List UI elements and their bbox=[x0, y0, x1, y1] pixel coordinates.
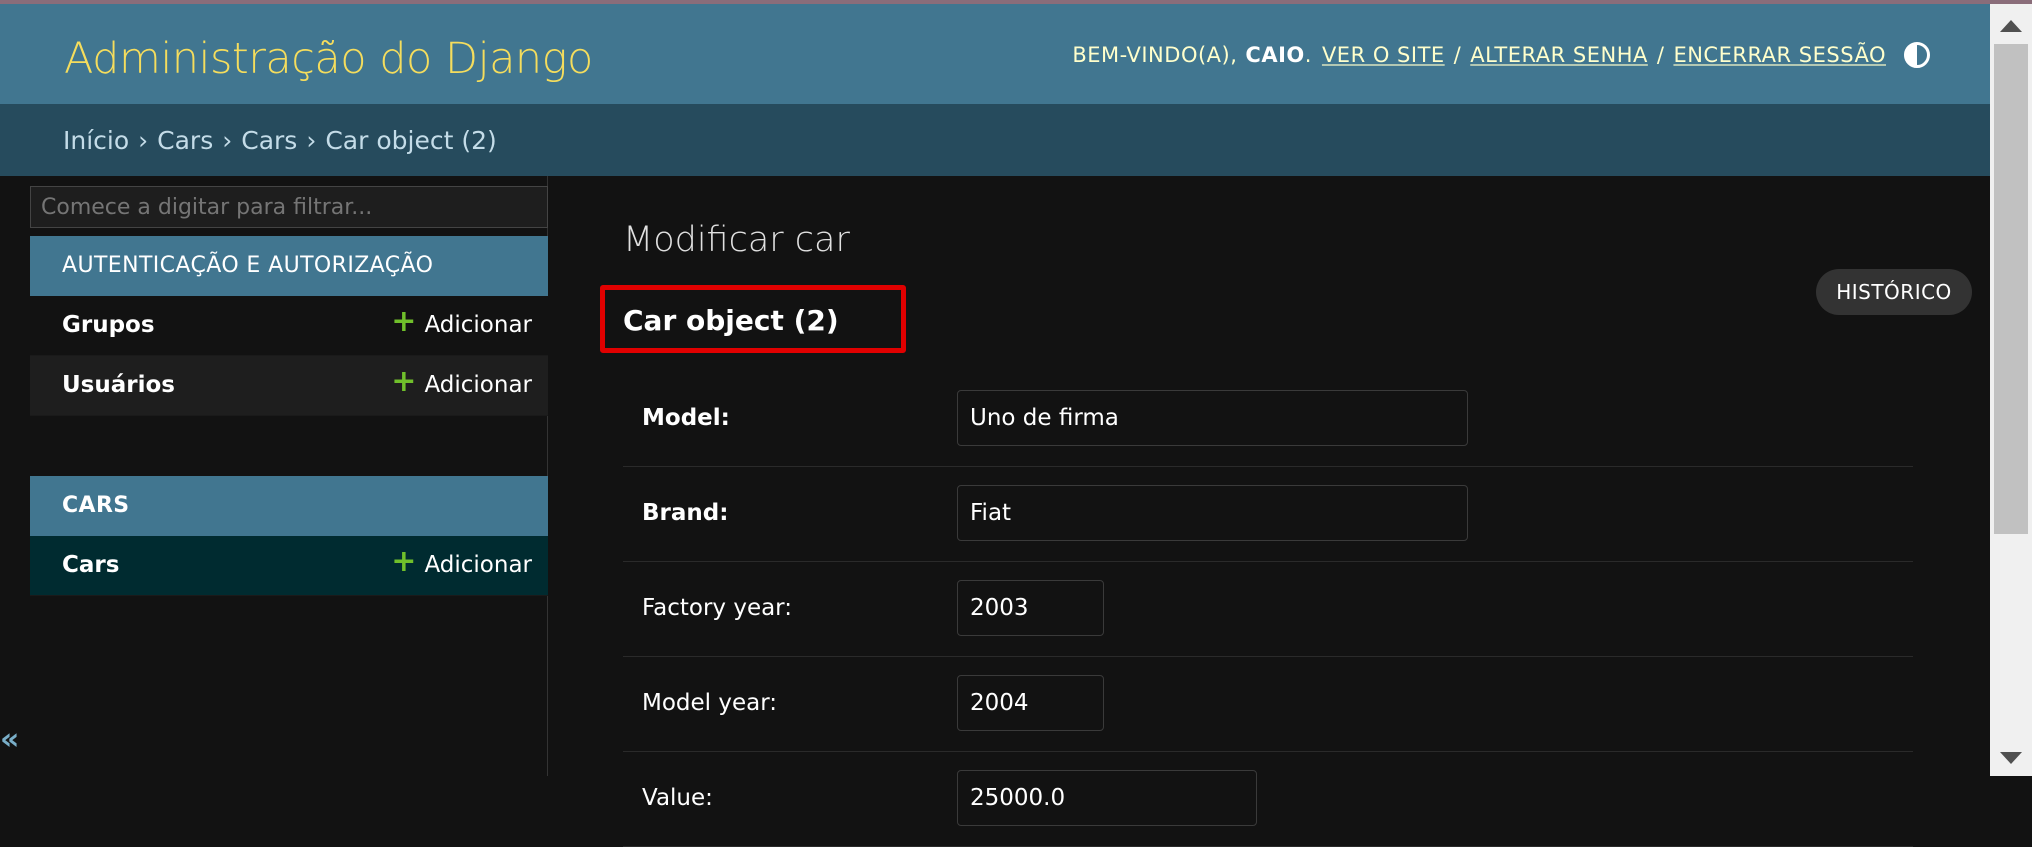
sidebar-item-label[interactable]: Cars bbox=[62, 552, 119, 578]
vertical-scrollbar[interactable] bbox=[1990, 4, 2032, 776]
sidebar-item-users[interactable]: Usuários + Adicionar bbox=[30, 356, 548, 416]
add-group-button[interactable]: + Adicionar bbox=[391, 307, 532, 339]
brand-field[interactable]: Fiat bbox=[957, 485, 1468, 541]
scroll-up-icon[interactable] bbox=[2000, 20, 2022, 32]
user-tools: BEM-VINDO(A), CAIO. VER O SITE / ALTERAR… bbox=[1072, 42, 1930, 68]
highlight-annotation bbox=[600, 285, 906, 353]
module-caption-auth[interactable]: AUTENTICAÇÃO E AUTORIZAÇÃO bbox=[30, 236, 548, 296]
form-row-value: Value: 25000.0 bbox=[623, 752, 1913, 847]
scroll-down-icon[interactable] bbox=[2000, 752, 2022, 764]
sidebar-edge: « bbox=[0, 176, 30, 776]
history-button[interactable]: HISTÓRICO bbox=[1816, 269, 1972, 315]
factory-year-field[interactable]: 2003 bbox=[957, 580, 1104, 636]
sidebar-item-label[interactable]: Grupos bbox=[62, 312, 155, 338]
sidebar-item-label[interactable]: Usuários bbox=[62, 372, 175, 398]
breadcrumb-home[interactable]: Início bbox=[63, 126, 129, 155]
add-label: Adicionar bbox=[424, 312, 532, 338]
add-user-button[interactable]: + Adicionar bbox=[391, 367, 532, 399]
separator: / bbox=[1453, 43, 1462, 67]
breadcrumb-model[interactable]: Cars bbox=[241, 126, 297, 155]
model-year-label: Model year: bbox=[642, 690, 778, 716]
logout-link[interactable]: ENCERRAR SESSÃO bbox=[1673, 43, 1886, 67]
breadcrumb: Início › Cars › Cars › Car object (2) bbox=[0, 104, 1990, 176]
add-label: Adicionar bbox=[424, 372, 532, 398]
module-caption-cars[interactable]: CARS bbox=[30, 476, 548, 536]
username: CAIO bbox=[1245, 43, 1305, 67]
sidebar-item-groups[interactable]: Grupos + Adicionar bbox=[30, 296, 548, 356]
theme-toggle-icon[interactable] bbox=[1904, 42, 1930, 68]
period: . bbox=[1304, 43, 1312, 67]
plus-icon: + bbox=[391, 544, 417, 579]
form-row-brand: Brand: Fiat bbox=[623, 467, 1913, 562]
factory-year-label: Factory year: bbox=[642, 595, 792, 621]
welcome-text: BEM-VINDO(A), bbox=[1072, 43, 1238, 67]
model-label: Model: bbox=[642, 405, 730, 431]
form-row-factory-year: Factory year: 2003 bbox=[623, 562, 1913, 657]
nav-filter-input[interactable] bbox=[30, 186, 548, 228]
value-field[interactable]: 25000.0 bbox=[957, 770, 1257, 826]
breadcrumb-separator: › bbox=[138, 126, 149, 155]
collapse-sidebar-button[interactable]: « bbox=[0, 722, 19, 757]
model-year-field[interactable]: 2004 bbox=[957, 675, 1104, 731]
breadcrumb-separator: › bbox=[306, 126, 317, 155]
breadcrumb-current: Car object (2) bbox=[325, 126, 497, 155]
value-label: Value: bbox=[642, 785, 713, 811]
brand-label: Brand: bbox=[642, 500, 729, 526]
site-header: Administração do Django BEM-VINDO(A), CA… bbox=[0, 4, 1990, 104]
page-title: Modificar car bbox=[623, 220, 850, 260]
scrollbar-thumb[interactable] bbox=[1994, 44, 2028, 534]
change-password-link[interactable]: ALTERAR SENHA bbox=[1470, 43, 1648, 67]
separator: / bbox=[1656, 43, 1665, 67]
sidebar-item-cars[interactable]: Cars + Adicionar bbox=[30, 536, 548, 596]
content-main: Modificar car HISTÓRICO Car object (2) M… bbox=[548, 176, 1990, 847]
add-label: Adicionar bbox=[424, 552, 532, 578]
breadcrumb-app[interactable]: Cars bbox=[157, 126, 213, 155]
view-site-link[interactable]: VER O SITE bbox=[1322, 43, 1445, 67]
form-row-model: Model: Uno de firma bbox=[623, 372, 1913, 467]
plus-icon: + bbox=[391, 304, 417, 339]
model-field[interactable]: Uno de firma bbox=[957, 390, 1468, 446]
form-row-model-year: Model year: 2004 bbox=[623, 657, 1913, 752]
nav-sidebar: AUTENTICAÇÃO E AUTORIZAÇÃO Grupos + Adici… bbox=[30, 176, 548, 776]
add-car-button[interactable]: + Adicionar bbox=[391, 547, 532, 579]
breadcrumb-separator: › bbox=[222, 126, 233, 155]
plus-icon: + bbox=[391, 364, 417, 399]
site-brand[interactable]: Administração do Django bbox=[64, 34, 593, 84]
